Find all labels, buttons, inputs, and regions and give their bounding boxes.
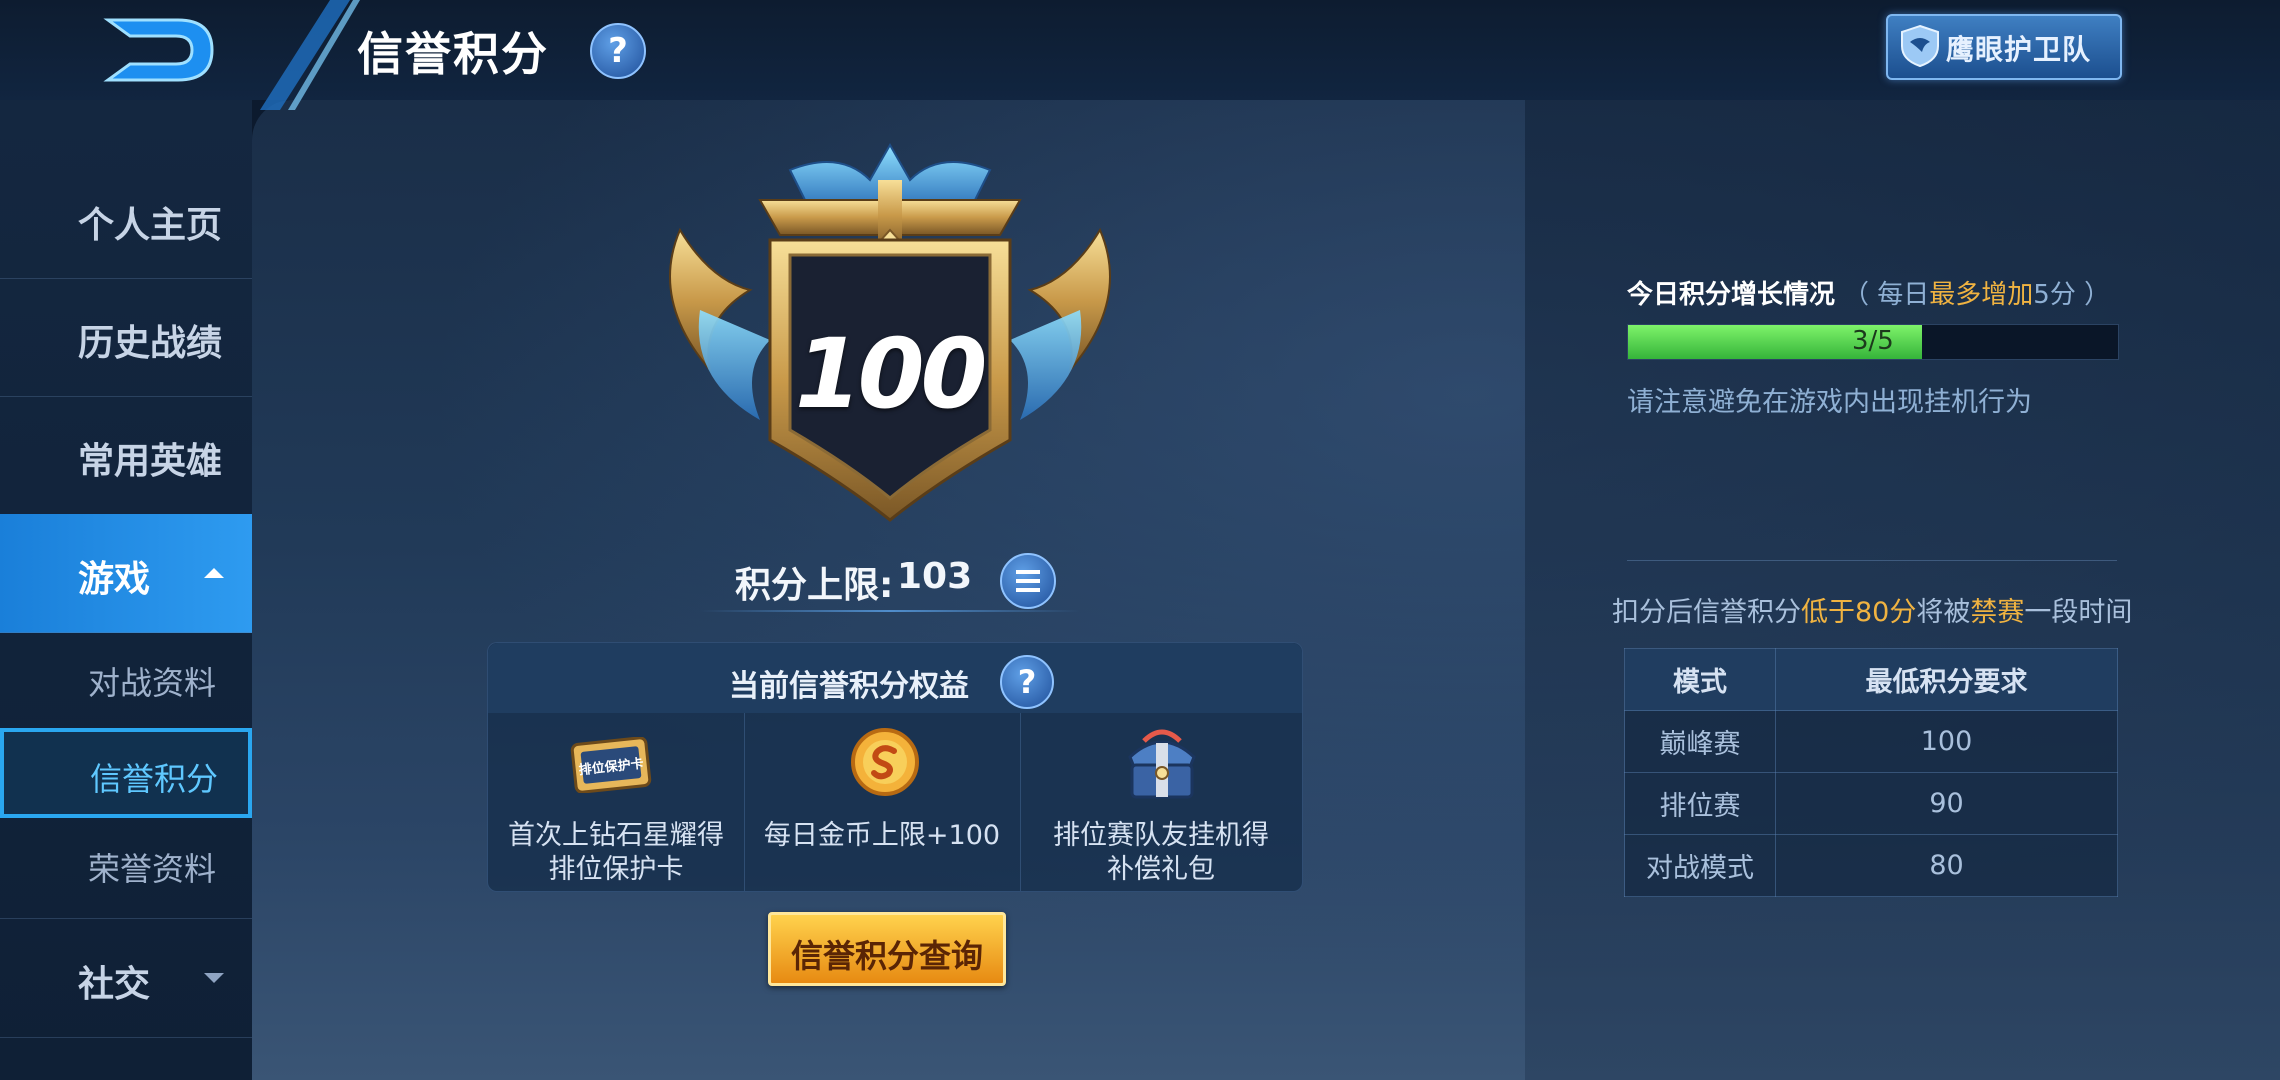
requirements-table: 模式 最低积分要求 巅峰赛 100 排位赛 90 对战模式 80	[1624, 648, 2118, 897]
sidebar-subitem-label: 对战资料	[88, 664, 217, 702]
sidebar-item-label: 历史战绩	[78, 323, 223, 364]
benefits-panel: 当前信誉积分权益 ? 排位保护卡 首次上钻石星耀得 排位保护卡 每日金币上限+1…	[487, 642, 1303, 892]
benefits-title: 当前信誉积分权益	[729, 669, 969, 704]
section-divider	[1627, 560, 2117, 561]
table-header: 最低积分要求	[1775, 648, 2118, 711]
daily-progress-text: 3/5	[1852, 326, 1894, 356]
credit-score-value: 100	[795, 318, 987, 430]
table-cell: 巅峰赛	[1624, 710, 1776, 773]
benefits-header: 当前信誉积分权益 ?	[488, 643, 1302, 713]
ban-highlight: 低于80分	[1801, 597, 1917, 628]
ban-part: 将被	[1916, 597, 1971, 628]
eagle-shield-icon	[1901, 24, 1939, 68]
benefit-line: 排位赛队友挂机得	[1053, 820, 1269, 851]
credit-query-button[interactable]: 信誉积分查询	[768, 912, 1006, 986]
chevron-up-icon	[204, 568, 224, 578]
table-header: 模式	[1624, 648, 1776, 711]
table-header-row: 模式 最低积分要求	[1624, 648, 2118, 711]
rank-protect-card-icon: 排位保护卡	[570, 737, 652, 793]
afk-warning-text: 请注意避免在游戏内出现挂机行为	[1627, 387, 2032, 418]
sidebar-item-history[interactable]: 历史战绩	[0, 278, 252, 397]
benefit-line: 补偿礼包	[1107, 854, 1215, 885]
score-limit-label: 积分上限:	[735, 565, 894, 606]
table-cell: 排位赛	[1624, 772, 1776, 835]
back-logo-icon[interactable]	[100, 14, 220, 86]
table-cell: 90	[1775, 772, 2118, 835]
daily-sub-open: （ 每日	[1843, 280, 1930, 310]
daily-sub-highlight: 最多增加	[1929, 280, 2034, 310]
sidebar-subitem-honor-data[interactable]: 荣誉资料	[0, 820, 252, 910]
eagle-guard-label: 鹰眼护卫队	[1946, 33, 2092, 66]
top-bar: 信誉积分 ? 鹰眼护卫队	[0, 0, 2280, 110]
benefits-help-icon[interactable]: ?	[1000, 655, 1054, 709]
help-icon[interactable]: ?	[590, 23, 646, 79]
benefit-item: 每日金币上限+100	[744, 713, 1021, 891]
sidebar-item-label: 社交	[78, 964, 151, 1005]
ban-part: 一段时间	[2024, 597, 2133, 628]
sidebar-item-label: 游戏	[78, 559, 151, 600]
sidebar: 个人主页 历史战绩 常用英雄 游戏 对战资料 信誉积分 荣誉资料 社交	[0, 100, 252, 1080]
gold-coin-icon	[851, 728, 919, 796]
sidebar-subitem-battle-data[interactable]: 对战资料	[0, 634, 252, 724]
daily-growth-subtitle: （ 每日最多增加5分 ）	[1843, 274, 2110, 311]
sidebar-item-label: 个人主页	[78, 205, 223, 246]
score-limit-value: 103	[897, 556, 973, 597]
table-cell: 100	[1775, 710, 2118, 773]
benefit-text: 排位赛队友挂机得 补偿礼包	[1020, 819, 1302, 887]
benefit-line: 排位保护卡	[548, 854, 684, 885]
benefit-item: 排位保护卡 首次上钻石星耀得 排位保护卡	[488, 713, 745, 891]
credit-query-label: 信誉积分查询	[790, 937, 983, 975]
gift-chest-icon	[1128, 729, 1196, 799]
eagle-guard-button[interactable]: 鹰眼护卫队	[1886, 14, 2122, 80]
title-divider-icon	[260, 0, 360, 110]
sidebar-subitem-label: 荣誉资料	[88, 850, 217, 888]
daily-growth-title: 今日积分增长情况	[1627, 280, 1836, 310]
sidebar-item-heroes[interactable]: 常用英雄	[0, 396, 252, 515]
table-cell: 80	[1775, 834, 2118, 897]
table-row: 排位赛 90	[1624, 772, 2118, 835]
page-title: 信誉积分	[357, 27, 549, 81]
sidebar-item-social[interactable]: 社交	[0, 918, 252, 1038]
benefit-line: 每日金币上限+100	[763, 820, 1001, 851]
sidebar-subitem-label: 信誉积分	[90, 760, 219, 798]
list-icon[interactable]	[1000, 553, 1056, 609]
limit-underline	[700, 610, 1080, 612]
chevron-down-icon	[204, 973, 224, 983]
benefit-text: 每日金币上限+100	[744, 819, 1020, 853]
sidebar-item-game[interactable]: 游戏	[0, 514, 252, 633]
sidebar-subitem-credit-score[interactable]: 信誉积分	[0, 728, 252, 818]
sidebar-item-profile[interactable]: 个人主页	[0, 160, 252, 279]
sidebar-item-label: 常用英雄	[78, 441, 223, 482]
table-row: 对战模式 80	[1624, 834, 2118, 897]
ban-part: 扣分后信誉积分	[1612, 597, 1801, 628]
benefit-item: 排位赛队友挂机得 补偿礼包	[1020, 713, 1302, 891]
daily-sub-close: 5分 ）	[2033, 280, 2111, 310]
benefit-line: 首次上钻石星耀得	[508, 820, 724, 851]
ban-highlight: 禁赛	[1970, 597, 2025, 628]
table-cell: 对战模式	[1624, 834, 1776, 897]
ban-notice: 扣分后信誉积分低于80分将被禁赛一段时间	[1612, 590, 2132, 629]
benefit-text: 首次上钻石星耀得 排位保护卡	[488, 819, 744, 887]
table-row: 巅峰赛 100	[1624, 710, 2118, 773]
